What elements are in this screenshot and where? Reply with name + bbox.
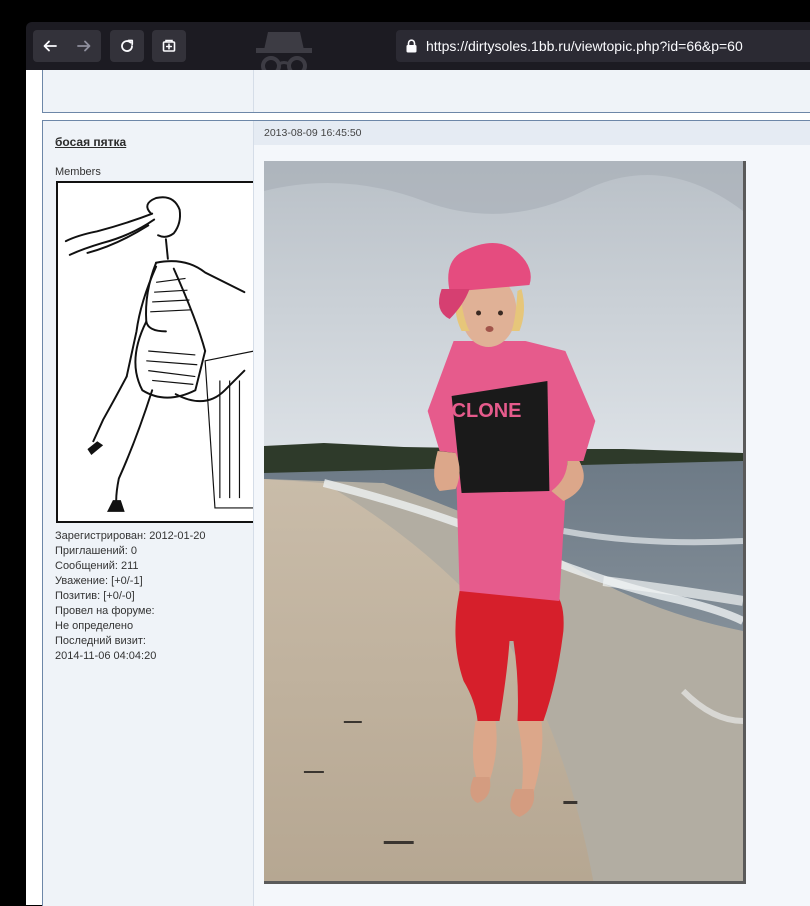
- forum-post: босая пятка Members Зарегистрирован: 201…: [42, 120, 810, 906]
- forward-button[interactable]: [67, 30, 101, 62]
- extension-button[interactable]: [152, 30, 186, 62]
- stat-last-visit-label: Последний визит:: [55, 635, 146, 647]
- lock-icon[interactable]: [405, 39, 418, 53]
- arrow-right-icon: [77, 40, 91, 52]
- stat-messages: Сообщений: 211: [55, 560, 139, 572]
- author-rank: Members: [55, 166, 101, 178]
- reload-button[interactable]: [110, 30, 144, 62]
- author-stats: Зарегистрирован: 2012-01-20 Приглашений:…: [55, 529, 205, 664]
- post-author-column: босая пятка Members Зарегистрирован: 201…: [43, 121, 254, 906]
- post-author-link[interactable]: босая пятка: [55, 135, 126, 149]
- stat-respect: Уважение: [+0/-1]: [55, 575, 143, 587]
- stat-time-value: Не определено: [55, 620, 134, 632]
- stat-time-label: Провел на форуме:: [55, 605, 155, 617]
- browser-toolbar: https://dirtysoles.1bb.ru/viewtopic.php?…: [26, 22, 810, 70]
- post-date[interactable]: 2013-08-09 16:45:50: [254, 121, 810, 145]
- stat-last-visit-value: 2014-11-06 04:04:20: [55, 650, 157, 662]
- previous-post-author-column: [43, 70, 254, 112]
- back-button[interactable]: [33, 30, 67, 62]
- forum-page: босая пятка Members Зарегистрирован: 201…: [26, 70, 810, 906]
- arrow-left-icon: [43, 40, 57, 52]
- post-content-column: 2013-08-09 16:45:50 CLONE: [254, 121, 810, 906]
- reload-icon: [121, 39, 134, 52]
- stat-registered: Зарегистрирован: 2012-01-20: [55, 530, 206, 542]
- address-bar[interactable]: https://dirtysoles.1bb.ru/viewtopic.php?…: [396, 30, 810, 62]
- stat-positive: Позитив: [+0/-0]: [55, 590, 135, 602]
- stat-invites: Приглашений: 0: [55, 545, 138, 557]
- author-avatar: [56, 181, 253, 523]
- url-text[interactable]: https://dirtysoles.1bb.ru/viewtopic.php?…: [426, 38, 743, 54]
- add-tab-icon: [162, 39, 176, 52]
- incognito-icon: [252, 26, 316, 70]
- previous-post-tail: [42, 70, 810, 113]
- post-photo[interactable]: CLONE: [264, 161, 746, 884]
- svg-text:CLONE: CLONE: [452, 400, 522, 422]
